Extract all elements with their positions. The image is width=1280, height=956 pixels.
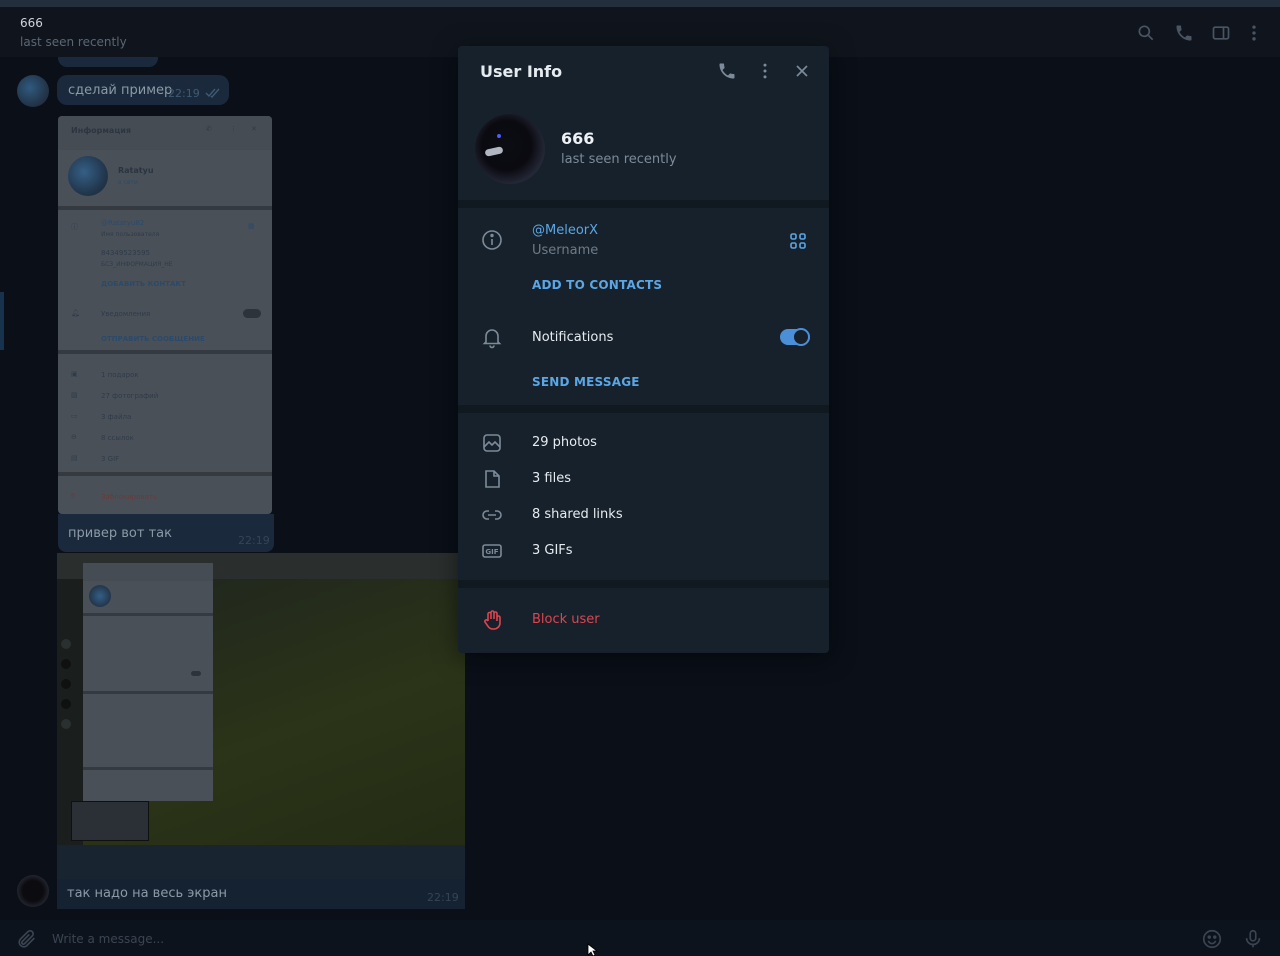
preview-name: Ratatyu (118, 166, 154, 175)
panel-title: User Info (480, 62, 563, 81)
preview-toggle (243, 309, 261, 318)
preview-close-icon: ✕ (251, 125, 257, 133)
sender-avatar[interactable] (17, 75, 49, 107)
message-text: привер вот так (68, 526, 172, 541)
block-hand-icon (480, 608, 504, 632)
file-icon (480, 467, 504, 491)
qr-code-icon[interactable] (789, 232, 807, 250)
message-time: 22:19 (427, 891, 459, 904)
gif-icon: GIF (480, 539, 504, 563)
image-message-bar (57, 845, 465, 879)
preview-media-item: 3 файла (101, 413, 132, 421)
close-icon[interactable] (792, 61, 812, 81)
username-label: Username (532, 243, 599, 258)
preview-media-item: 1 подарок (101, 371, 139, 379)
shared-links-item[interactable]: 8 shared links (532, 507, 623, 522)
message-bubble[interactable]: привер вот так 22:19 (58, 514, 274, 552)
search-icon[interactable] (1136, 23, 1156, 43)
call-icon[interactable] (717, 61, 737, 81)
window-top-strip (0, 0, 1280, 7)
notifications-label: Notifications (532, 330, 614, 345)
preview-phone-icon: ✆ (206, 125, 212, 133)
chat-status: last seen recently (20, 35, 127, 49)
preview-block: Заблокировать (101, 493, 157, 501)
mouse-cursor-icon (587, 943, 599, 956)
message-text: сделай пример (68, 83, 173, 98)
shared-files-item[interactable]: 3 files (532, 471, 571, 486)
preview-notifications: Уведомления (101, 310, 151, 318)
chat-title[interactable]: 666 (20, 16, 43, 30)
photo-icon (480, 431, 504, 455)
left-accent-bar (0, 292, 4, 350)
preview-divider (58, 206, 272, 210)
preview-more-icon: ⋮ (230, 125, 237, 133)
preview-avatar (68, 156, 108, 196)
preview-media-item: 27 фотографий (101, 392, 159, 400)
preview-media-item: 3 GIF (101, 455, 120, 463)
profile-status: last seen recently (561, 152, 677, 167)
user-info-panel: User Info 666 last seen recently @Meleor… (458, 46, 829, 653)
preview-status: в сети (118, 179, 138, 186)
preview-photo-icon: ▨ (71, 391, 78, 399)
preview-send-message: ОТПРАВИТЬ СООБЩЕНИЕ (101, 335, 205, 343)
more-vertical-icon[interactable] (755, 61, 775, 81)
add-to-contacts-button[interactable]: ADD TO CONTACTS (532, 278, 662, 292)
info-icon (480, 228, 504, 252)
read-checkmarks-icon (205, 88, 220, 98)
preview-bell-icon: 🔔︎ (71, 309, 80, 317)
preview-media-item: 8 ссылок (101, 434, 134, 442)
microphone-icon[interactable] (1242, 928, 1264, 950)
image-message-list (71, 801, 149, 841)
message-text: так надо на весь экран (67, 886, 227, 901)
profile-name: 666 (561, 129, 595, 148)
username-value[interactable]: @MeleorX (532, 223, 598, 238)
message-bubble[interactable]: так надо на весь экран 22:19 (57, 879, 465, 909)
shared-gifs-item[interactable]: 3 GIFs (532, 543, 573, 558)
message-time: 22:19 (168, 87, 200, 100)
preview-username-sub: Имя пользователя (101, 231, 160, 238)
sidebar-toggle-icon[interactable] (1211, 23, 1231, 43)
preview-link-icon: ⊖ (71, 433, 77, 441)
link-icon (480, 503, 504, 527)
preview-gift-icon: ▣ (71, 370, 78, 378)
more-vertical-icon[interactable] (1244, 23, 1264, 43)
message-bubble[interactable]: сделай пример 22:19 (57, 75, 229, 105)
send-message-button[interactable]: SEND MESSAGE (532, 375, 640, 389)
sender-avatar[interactable] (17, 875, 49, 907)
image-info-window (83, 563, 213, 801)
section-divider (458, 580, 829, 588)
message-bubble-partial (58, 57, 158, 67)
preview-username: @Ratatyu82 (101, 219, 145, 227)
preview-qr-icon: ▦ (248, 222, 255, 230)
emoji-icon[interactable] (1201, 928, 1223, 950)
preview-add-contact: ДОБАВИТЬ КОНТАКТ (101, 280, 186, 288)
message-time: 22:19 (238, 534, 270, 547)
preview-title: Информация (71, 126, 131, 135)
shared-photos-item[interactable]: 29 photos (532, 435, 597, 450)
section-divider (458, 200, 829, 208)
block-user-button[interactable]: Block user (532, 612, 600, 627)
preview-divider-3 (58, 472, 272, 476)
preview-divider-2 (58, 350, 272, 354)
notifications-toggle[interactable] (780, 328, 810, 346)
message-composer: Write a message... (0, 920, 1280, 956)
preview-gif-icon: ▤ (71, 454, 78, 462)
preview-phone: 84349523595 (101, 249, 150, 257)
message-image-fullscreen[interactable] (57, 553, 465, 879)
message-input[interactable]: Write a message... (52, 932, 164, 946)
svg-text:GIF: GIF (485, 548, 498, 556)
preview-phone-sub: БСЗ_ИНФОРМАЦИЯ_НЕ (101, 261, 173, 268)
phone-icon[interactable] (1174, 23, 1194, 43)
attach-icon[interactable] (16, 928, 38, 950)
preview-info-icon: ⓘ (71, 223, 78, 231)
message-image-info-panel[interactable]: Информация ✆ ⋮ ✕ Ratatyu в сети ⓘ @Ratat… (58, 116, 272, 514)
preview-block-icon: ✋︎ (71, 492, 75, 500)
bell-icon (480, 325, 504, 349)
section-divider (458, 405, 829, 413)
preview-file-icon: ▭ (71, 412, 78, 420)
profile-avatar[interactable] (475, 114, 545, 184)
